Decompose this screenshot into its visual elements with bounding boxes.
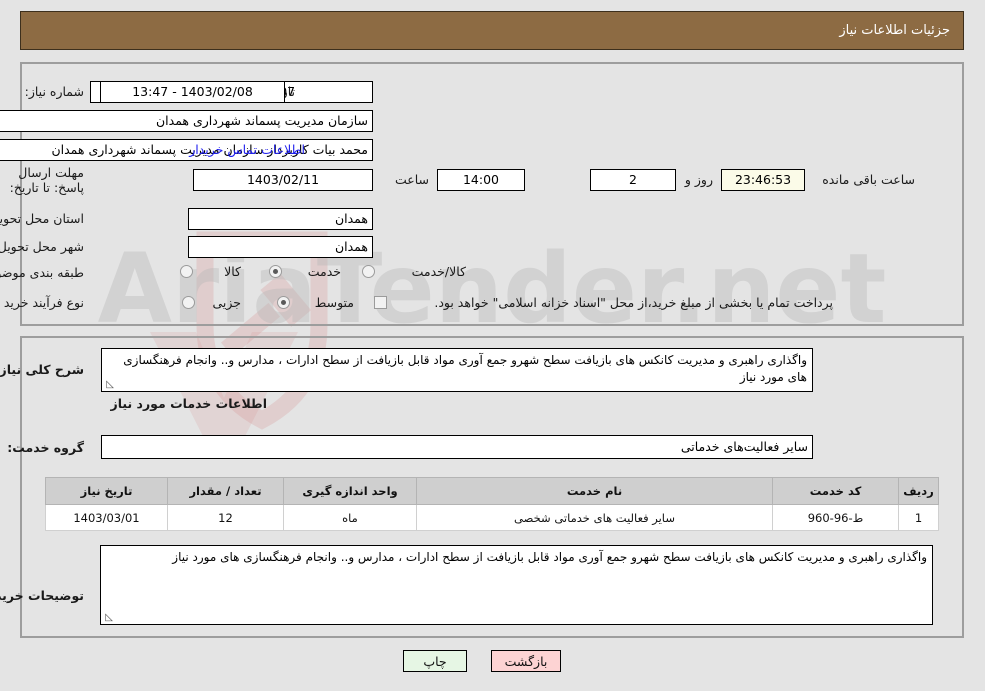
treasury-documents-checkbox[interactable] [374, 296, 387, 309]
summary-label: شرح کلی نیاز: [0, 362, 84, 377]
city-label: شهر محل تحویل: [0, 239, 84, 254]
creator-value: محمد بیات کاربرداز سازمان مدیریت پسماند … [0, 139, 373, 161]
summary-textarea[interactable]: واگذاری راهبری و مدیریت کانکس های بازیاف… [101, 348, 813, 392]
category-radio-kala[interactable] [180, 265, 193, 278]
cell-qty: 12 [167, 504, 284, 531]
col-date: تاریخ نیاز [45, 477, 168, 505]
process-label: نوع فرآیند خرید : [0, 295, 84, 310]
buyer-notes-textarea[interactable]: واگذاری راهبری و مدیریت کانکس های بازیاف… [100, 545, 933, 625]
services-table-wrapper: ردیف کد خدمت نام خدمت واحد اندازه گیری ت… [45, 477, 939, 531]
category-label-kala-khedmat: کالا/خدمت [411, 264, 466, 279]
deadline-time-value: 14:00 [437, 169, 525, 191]
page-title: جزئیات اطلاعات نیاز [839, 23, 950, 38]
process-radio-motavaset[interactable] [277, 296, 290, 309]
print-button[interactable]: چاپ [403, 650, 467, 672]
cell-unit: ماه [283, 504, 417, 531]
treasury-documents-label: پرداخت تمام یا بخشی از مبلغ خرید،از محل … [434, 295, 833, 310]
services-table: ردیف کد خدمت نام خدمت واحد اندازه گیری ت… [45, 477, 939, 531]
category-label: طبقه بندی موضوعی: [0, 265, 84, 280]
col-code: کد خدمت [772, 477, 899, 505]
category-radio-kala-khedmat[interactable] [362, 265, 375, 278]
cell-date: 1403/03/01 [45, 504, 168, 531]
col-name: نام خدمت [416, 477, 773, 505]
hour-label: ساعت [394, 172, 429, 187]
services-section-title: اطلاعات خدمات مورد نیاز [110, 396, 268, 411]
service-group-value: سایر فعالیت‌های خدماتی [101, 435, 813, 459]
category-radio-khedmat[interactable] [269, 265, 282, 278]
need-number-label: شماره نیاز: [24, 84, 84, 99]
process-label-jozee: جزیی [212, 295, 241, 310]
buyer-org-value: سازمان مدیریت پسماند شهرداری همدان [0, 110, 373, 132]
province-value: همدان [188, 208, 373, 230]
col-unit: واحد اندازه گیری [283, 477, 417, 505]
buyer-notes-text: واگذاری راهبری و مدیریت کانکس های بازیاف… [172, 550, 927, 564]
city-value: همدان [188, 236, 373, 258]
remaining-label: ساعت باقی مانده [822, 172, 915, 187]
table-header-row: ردیف کد خدمت نام خدمت واحد اندازه گیری ت… [45, 477, 939, 505]
resize-grip-icon[interactable]: ◺ [104, 380, 114, 390]
resize-grip-icon-notes[interactable]: ◺ [103, 613, 113, 623]
remaining-days-value: 2 [590, 169, 676, 191]
days-label: روز و [684, 172, 713, 187]
back-button[interactable]: بازگشت [491, 650, 561, 672]
process-radio-jozee[interactable] [182, 296, 195, 309]
countdown-value: 23:46:53 [721, 169, 805, 191]
category-label-kala: کالا [224, 264, 241, 279]
buyer-notes-label: توضیحات خریدار: [0, 588, 84, 603]
col-qty: تعداد / مقدار [167, 477, 284, 505]
province-label: استان محل تحویل: [0, 211, 84, 226]
deadline-date-value: 1403/02/11 [193, 169, 373, 191]
table-row: 1 ط-96-960 سایر فعالیت های خدماتی شخصی م… [45, 504, 939, 531]
cell-code: ط-96-960 [772, 504, 899, 531]
buyer-contact-link[interactable]: اطلاعات تماس خریدار [189, 142, 305, 158]
col-radif: ردیف [898, 477, 939, 505]
service-group-label: گروه خدمت: [7, 440, 84, 455]
summary-text: واگذاری راهبری و مدیریت کانکس های بازیاف… [123, 353, 807, 384]
category-label-khedmat: خدمت [307, 264, 341, 279]
deadline-label: مهلت ارسال پاسخ: تا تاریخ: [9, 165, 84, 195]
header-bar: جزئیات اطلاعات نیاز [20, 11, 964, 50]
cell-name: سایر فعالیت های خدماتی شخصی [416, 504, 773, 531]
public-announce-value: 1403/02/08 - 13:47 [100, 81, 285, 103]
process-label-motavaset: متوسط [314, 295, 354, 310]
cell-radif: 1 [898, 504, 939, 531]
